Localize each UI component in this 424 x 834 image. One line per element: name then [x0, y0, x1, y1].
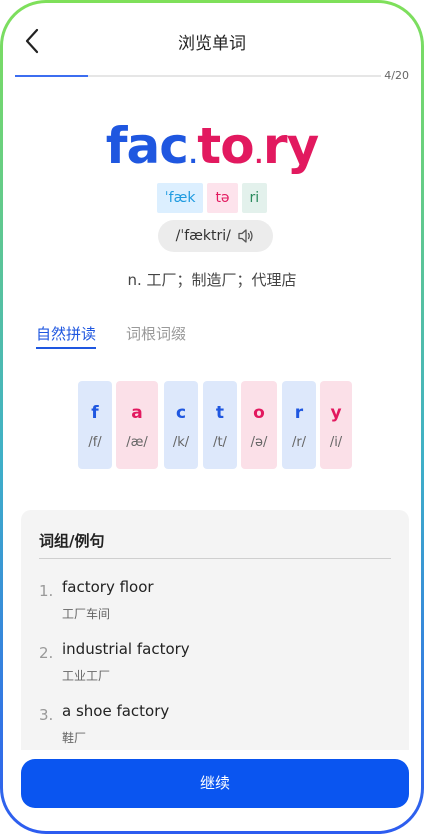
letter-card[interactable]: o /ə/ — [241, 381, 277, 469]
letter-sound: /r/ — [291, 435, 307, 450]
progress-bar — [15, 75, 381, 77]
headword-text: fac.to.ry — [3, 115, 421, 188]
phrase-english: a shoe factory — [62, 702, 170, 720]
letter: o — [253, 403, 265, 423]
section-title: 词组/例句 — [39, 532, 105, 550]
letter: r — [294, 403, 304, 423]
phrase-number: 3. — [39, 706, 54, 724]
continue-button[interactable]: 继续 — [21, 759, 409, 808]
phrase-english: industrial factory — [62, 640, 190, 658]
syllable-chips: ˈfæk tə ri — [3, 183, 421, 213]
divider — [39, 558, 391, 559]
letter-card[interactable]: t /t/ — [203, 381, 237, 469]
headword: fac.to.ry — [3, 115, 421, 188]
phrase-number: 1. — [39, 582, 54, 600]
phrase-chinese: 工业工厂 — [62, 669, 111, 683]
tab-label: 词根词缀 — [126, 325, 187, 343]
phrase-english: factory floor — [62, 578, 154, 596]
letter-card[interactable]: a /æ/ — [116, 381, 158, 469]
tab-roots-affixes[interactable]: 词根词缀 — [126, 323, 186, 344]
letter: c — [175, 403, 187, 423]
word-meaning: n. 工厂；制造厂；代理店 — [127, 271, 297, 289]
speaker-icon — [238, 229, 253, 243]
syllable-dot: . — [188, 144, 197, 169]
letter-sound: /ə/ — [250, 435, 268, 450]
top-bar: 浏览单词 — [3, 21, 421, 61]
letter: f — [91, 403, 99, 423]
letter-sound: /k/ — [172, 435, 190, 450]
page-title: 浏览单词 — [178, 34, 246, 54]
word-segment: ry — [262, 117, 319, 175]
progress-counter: 4/20 — [384, 69, 409, 82]
tab-label: 自然拼读 — [36, 325, 97, 343]
letter-card[interactable]: c /k/ — [164, 381, 198, 469]
letter: y — [330, 403, 342, 423]
progress-fill — [15, 75, 89, 77]
letter: a — [131, 403, 143, 423]
phrase-number: 2. — [39, 644, 54, 662]
letter-card[interactable]: f /f/ — [78, 381, 112, 469]
pronunciation-button[interactable]: /ˈfæktri/ — [158, 220, 273, 252]
phrase-chinese: 工厂车间 — [62, 607, 111, 621]
phrase-chinese: 鞋厂 — [62, 731, 87, 745]
word-segment: to — [197, 117, 254, 175]
syllable-chip: ˈfæk — [156, 183, 204, 213]
syllable-chip: tə — [207, 183, 238, 213]
letter-card[interactable]: r /r/ — [282, 381, 316, 469]
letter-sound: /i/ — [329, 435, 343, 450]
letter: t — [215, 403, 225, 423]
phonetic-text: /ˈfæktri/ — [175, 228, 231, 244]
letter-sound: /æ/ — [126, 435, 148, 450]
syllable-chip: ri — [241, 183, 268, 213]
word-segment: fac — [105, 117, 189, 175]
tab-active-indicator — [36, 347, 96, 349]
letter-sound: /t/ — [213, 435, 227, 450]
syllable-dot: . — [254, 144, 263, 169]
app-frame: 浏览单词 4/20 fac.to.ry ˈfæk tə ri /ˈfæktri/… — [0, 0, 424, 834]
letter-card[interactable]: y /i/ — [320, 381, 352, 469]
tab-phonics[interactable]: 自然拼读 — [36, 323, 97, 349]
letter-sound: /f/ — [88, 435, 102, 450]
phrases-panel: 词组/例句 1. factory floor 工厂车间 2. industria… — [21, 510, 409, 750]
